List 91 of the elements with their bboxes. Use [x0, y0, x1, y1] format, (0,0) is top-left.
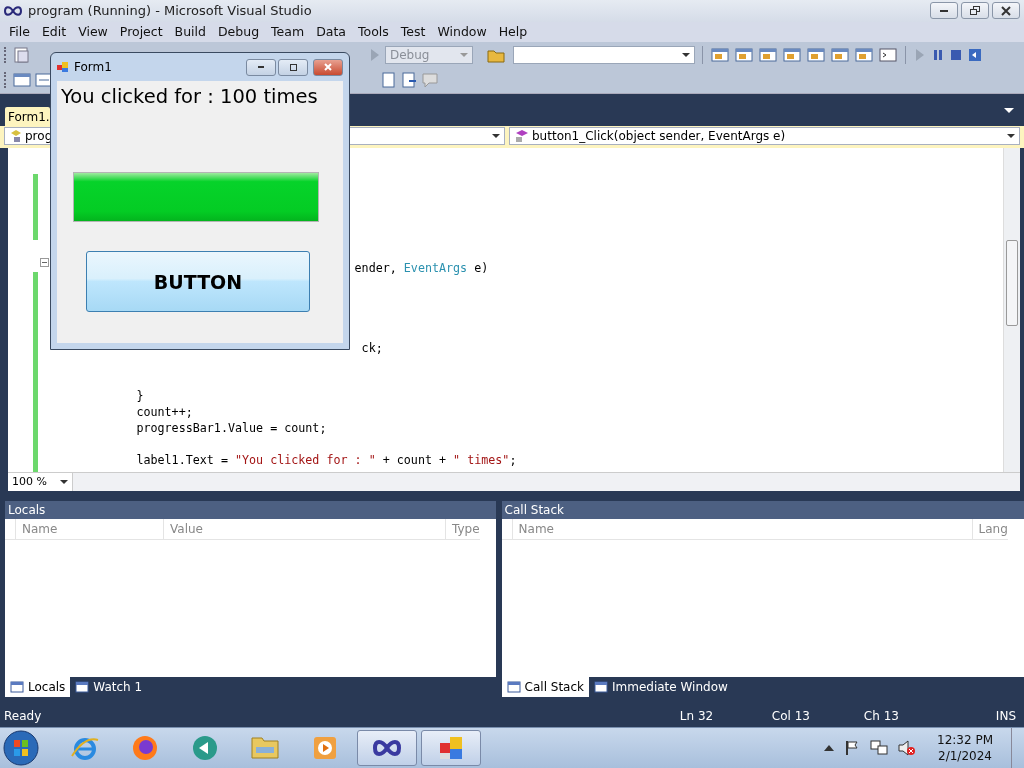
- window-title: program (Running) - Microsoft Visual Studio: [28, 3, 312, 19]
- code-line: count++;: [135, 404, 193, 419]
- column-header[interactable]: Lang: [971, 518, 1008, 539]
- window-icon: [75, 681, 90, 694]
- panel-tab[interactable]: Locals: [5, 677, 71, 698]
- panel-tab[interactable]: Immediate Window: [589, 677, 733, 698]
- menu-item[interactable]: Help: [492, 24, 534, 40]
- menu-item[interactable]: Data: [310, 24, 352, 40]
- infinity-icon: [373, 740, 401, 756]
- insert-mode-indicator: INS: [995, 709, 1016, 724]
- form-icon: [57, 61, 69, 73]
- restore-button[interactable]: [961, 2, 989, 20]
- member-combobox[interactable]: button1_Click(object sender, EventArgs e): [509, 127, 1020, 145]
- show-hidden-icons-button[interactable]: [824, 744, 834, 752]
- restart-icon[interactable]: [968, 47, 982, 62]
- window-icon: [594, 681, 608, 694]
- menu-item[interactable]: View: [72, 24, 114, 40]
- menu-item[interactable]: Window: [431, 24, 493, 40]
- change-marker: [33, 173, 38, 240]
- globe-e-icon: [71, 735, 99, 761]
- minimize-button[interactable]: [246, 58, 276, 76]
- clock-date[interactable]: 2/1/2024: [938, 748, 992, 764]
- code-line: progressBar1.Value = count;: [135, 420, 327, 435]
- menu-item[interactable]: Tools: [352, 24, 395, 40]
- caret-icon: [682, 52, 690, 57]
- code-line: }: [135, 388, 144, 403]
- stop-icon[interactable]: [950, 47, 962, 62]
- column-header[interactable]: Value: [163, 518, 445, 539]
- pause-icon[interactable]: [932, 47, 944, 62]
- start-button[interactable]: [3, 730, 39, 766]
- dropdown-icon[interactable]: [1004, 108, 1014, 115]
- panel-tab[interactable]: Watch 1: [70, 677, 148, 698]
- column-header[interactable]: Type: [445, 518, 480, 539]
- document-tab[interactable]: Form1.: [5, 107, 50, 126]
- close-icon: [324, 63, 332, 71]
- vertical-scrollbar[interactable]: [1003, 147, 1020, 472]
- method-icon: [514, 129, 530, 143]
- taskbar-app-button[interactable]: [421, 730, 481, 766]
- line-indicator: Ln 32: [679, 709, 715, 724]
- flag-icon[interactable]: [844, 740, 860, 756]
- form-title: Form1: [74, 60, 112, 74]
- click-count-label: You clicked for : 100 times: [60, 84, 318, 108]
- window-icon: [506, 681, 521, 694]
- page-icon[interactable]: [381, 72, 397, 89]
- collapse-icon[interactable]: [40, 257, 49, 267]
- network-icon[interactable]: [870, 740, 888, 756]
- character-indicator: Ch 13: [863, 709, 900, 724]
- panel-tab[interactable]: Call Stack: [501, 677, 589, 698]
- code-line: label1.Text = "You clicked for : " + count + " times";: [135, 452, 517, 467]
- code-line: ender, EventArgs e): [353, 260, 489, 275]
- column-indicator: Col 13: [771, 709, 811, 724]
- close-icon: [1001, 5, 1011, 16]
- squares-icon: [440, 737, 462, 759]
- taskbar-app-button[interactable]: [357, 730, 417, 766]
- menu-item[interactable]: Build: [168, 24, 212, 40]
- click-button[interactable]: BUTTON: [86, 251, 310, 312]
- arrow-circle-icon: [192, 735, 218, 761]
- menu-item[interactable]: Team: [265, 24, 311, 40]
- caret-icon: [60, 479, 68, 484]
- window-icon: [10, 681, 24, 694]
- find-combobox[interactable]: [513, 45, 695, 64]
- caret-icon: [460, 52, 468, 57]
- infinity-logo-icon: [4, 5, 22, 16]
- menu-item[interactable]: Project: [113, 24, 169, 40]
- caret-icon: [492, 134, 500, 138]
- menu-item[interactable]: Edit: [35, 24, 73, 40]
- minimize-icon: [940, 9, 948, 12]
- code-line: ck;: [360, 340, 383, 355]
- clock-time[interactable]: 12:32 PM: [937, 732, 993, 748]
- menu-item[interactable]: File: [3, 24, 36, 40]
- column-header[interactable]: Name: [511, 518, 972, 539]
- play-button-icon: [314, 737, 336, 759]
- maximize-icon: [289, 63, 297, 71]
- maximize-button[interactable]: [278, 58, 308, 76]
- menu-item[interactable]: Test: [394, 24, 432, 40]
- panel-title: Locals: [8, 502, 46, 517]
- caret-icon: [1007, 134, 1015, 138]
- minimize-button[interactable]: [930, 2, 958, 20]
- muted-speaker-icon[interactable]: [898, 740, 916, 756]
- column-header[interactable]: Name: [15, 518, 163, 539]
- close-button[interactable]: [992, 2, 1020, 20]
- status-message: Ready: [4, 709, 42, 724]
- restore-icon: [970, 6, 980, 16]
- menu-item[interactable]: Debug: [212, 24, 266, 40]
- folder-icon: [251, 737, 279, 759]
- page-icon[interactable]: [401, 72, 417, 89]
- class-icon: [9, 129, 23, 143]
- console-icon[interactable]: [879, 46, 897, 63]
- horizontal-scrollbar[interactable]: [73, 472, 1020, 491]
- document-icon[interactable]: [13, 46, 31, 63]
- panel-title: Call Stack: [504, 502, 564, 517]
